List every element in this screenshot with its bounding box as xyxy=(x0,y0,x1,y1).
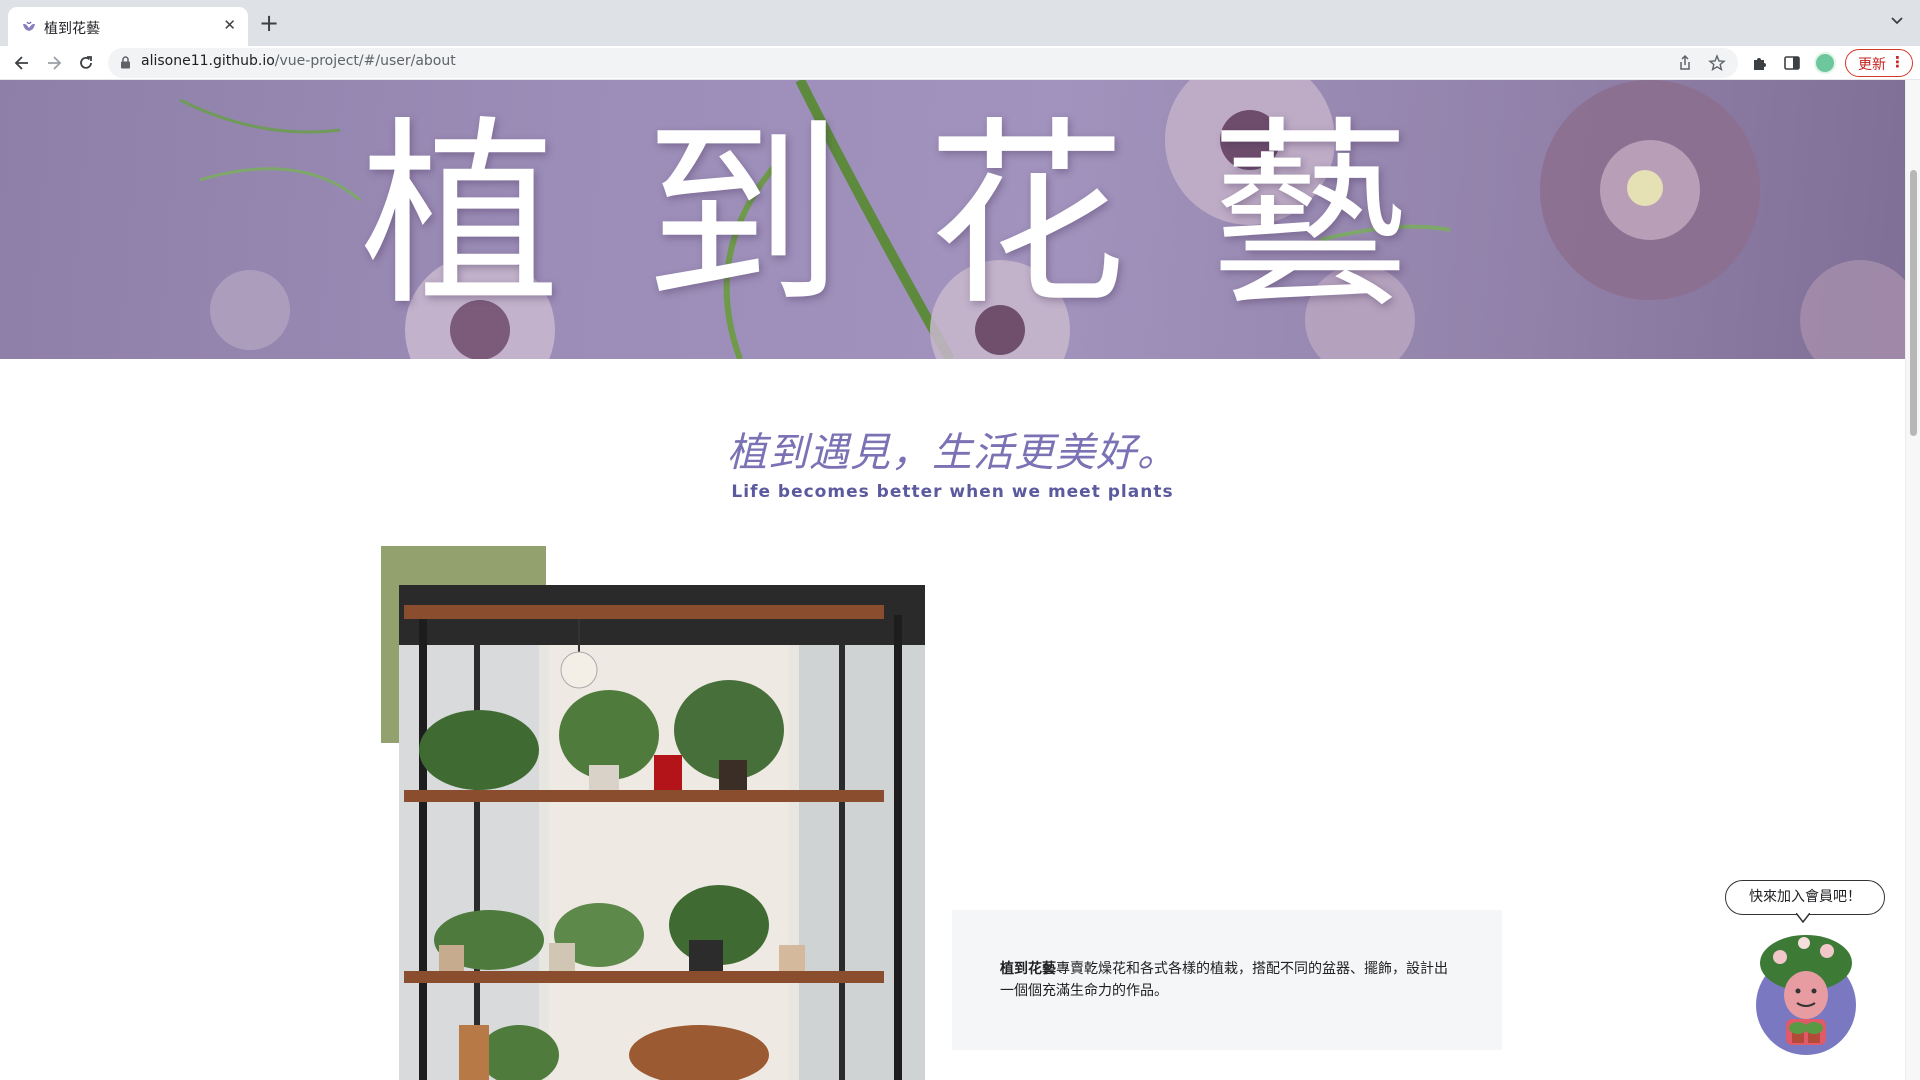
update-button[interactable]: 更新 ⋮ xyxy=(1845,49,1913,77)
side-panel-icon[interactable] xyxy=(1783,54,1801,72)
tab-title: 植到花藝 xyxy=(44,21,100,37)
hero-title-char: 植 xyxy=(360,100,561,333)
scrollbar-thumb[interactable] xyxy=(1910,170,1917,436)
lock-icon[interactable] xyxy=(120,56,131,69)
address-bar[interactable]: alisone11.github.io/vue-project/#/user/a… xyxy=(108,48,1738,78)
new-tab-button[interactable]: + xyxy=(259,8,279,38)
reload-icon[interactable] xyxy=(76,53,96,73)
browser-toolbar: alisone11.github.io/vue-project/#/user/a… xyxy=(0,46,1920,80)
page-scrollbar[interactable] xyxy=(1905,80,1920,1080)
share-icon[interactable] xyxy=(1676,54,1694,72)
update-label: 更新 xyxy=(1858,57,1886,73)
tab-strip: 植到花藝 ✕ + xyxy=(0,0,1920,46)
browser-tab[interactable]: 植到花藝 ✕ xyxy=(8,7,248,46)
back-arrow-icon[interactable] xyxy=(12,53,32,73)
hero-title-char: 藝 xyxy=(1209,100,1410,333)
plant-shelf-photo xyxy=(399,585,925,1080)
tab-search-chevron-icon[interactable] xyxy=(1888,12,1906,30)
extensions-puzzle-icon[interactable] xyxy=(1751,54,1769,72)
url-text[interactable]: alisone11.github.io/vue-project/#/user/a… xyxy=(141,53,456,69)
bookmark-star-icon[interactable] xyxy=(1708,54,1726,72)
kebab-menu-icon[interactable]: ⋮ xyxy=(1890,53,1905,71)
page-viewport: 植 到 花 藝 植到遇見，生活更美好。 Life becomes better … xyxy=(0,80,1905,1080)
slogan-english: Life becomes better when we meet plants xyxy=(731,482,1174,502)
bubble-tail xyxy=(1796,913,1810,923)
hero-title-char: 到 xyxy=(643,100,844,333)
slogan-chinese: 植到遇見，生活更美好。 xyxy=(727,430,1178,476)
join-member-bubble[interactable]: 快來加入會員吧！ xyxy=(1725,880,1885,915)
profile-avatar[interactable] xyxy=(1814,52,1836,74)
intro-text: 植到花藝專賣乾燥花和各式各樣的植栽，搭配不同的盆器、擺飾，設計出一個個充滿生命力… xyxy=(1000,958,1460,1002)
intro-brand: 植到花藝 xyxy=(1000,961,1056,977)
plant-shelf-illustration xyxy=(399,585,925,1080)
hero-title: 植 到 花 藝 xyxy=(360,82,1410,352)
intro-card: 植到花藝專賣乾燥花和各式各樣的植栽，搭配不同的盆器、擺飾，設計出一個個充滿生命力… xyxy=(952,910,1502,1050)
url-path: /vue-project/#/user/about xyxy=(274,53,456,69)
hero-banner: 植 到 花 藝 xyxy=(0,80,1905,359)
forward-arrow-icon[interactable] xyxy=(44,53,64,73)
intro-description: 專賣乾燥花和各式各樣的植栽，搭配不同的盆器、擺飾，設計出一個個充滿生命力的作品。 xyxy=(1000,961,1448,999)
hero-title-char: 花 xyxy=(926,100,1127,333)
url-host: alisone11.github.io xyxy=(141,53,275,69)
close-tab-icon[interactable]: ✕ xyxy=(223,16,236,34)
plant-mascot-icon[interactable] xyxy=(1752,933,1860,1056)
flower-favicon-icon xyxy=(23,21,35,31)
